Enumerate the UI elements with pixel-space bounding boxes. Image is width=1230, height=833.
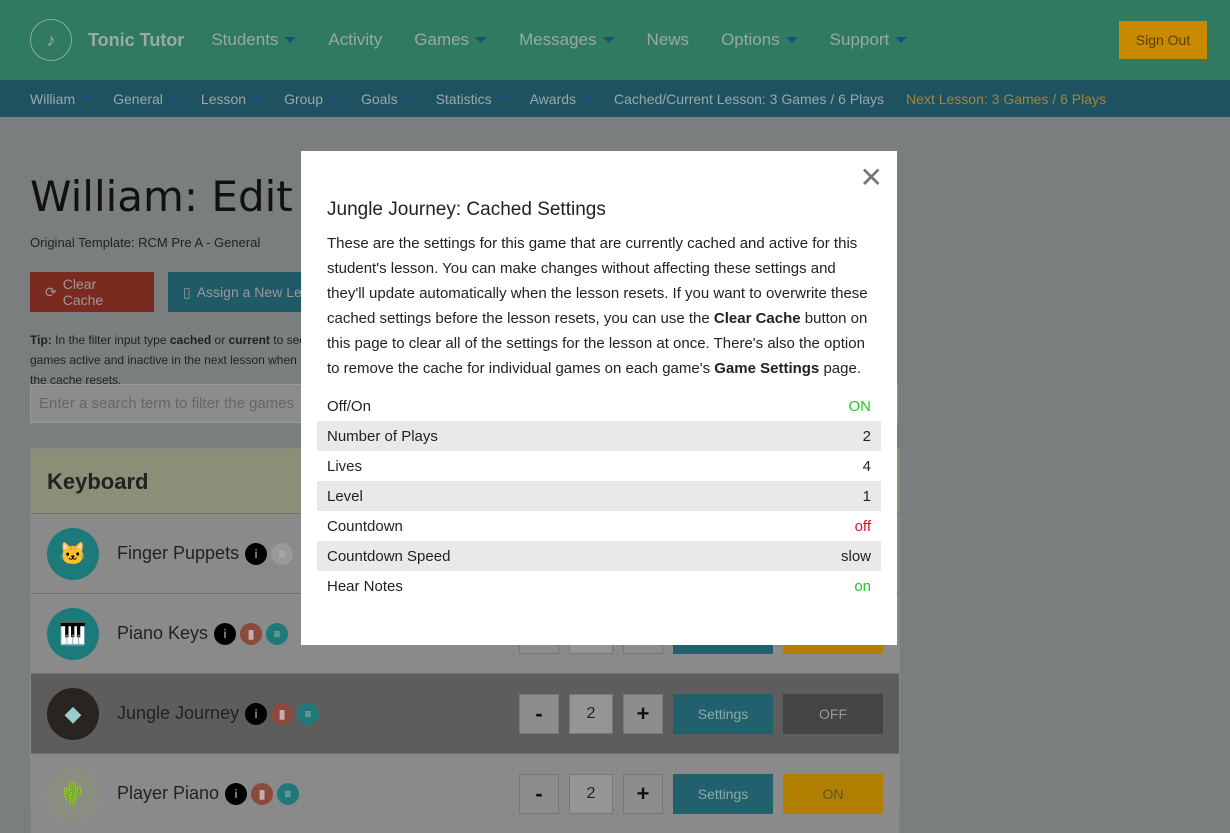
setting-name: Hear Notes <box>327 577 403 595</box>
setting-name: Lives <box>327 457 363 475</box>
setting-value: on <box>854 577 871 595</box>
close-icon[interactable]: ✕ <box>860 161 883 194</box>
setting-value: off <box>854 517 871 535</box>
setting-value: 4 <box>862 457 871 475</box>
setting-row: Level 1 <box>317 481 881 511</box>
setting-name: Countdown Speed <box>327 547 451 565</box>
settings-table: Off/On ON Number of Plays 2 Lives 4 Level 1 Coun… <box>317 391 881 601</box>
cached-settings-modal: ✕ Jungle Journey: Cached Settings These … <box>301 151 897 645</box>
setting-name: Number of Plays <box>327 427 438 445</box>
modal-description: These are the settings for this game tha… <box>327 235 868 377</box>
setting-name: Off/On <box>327 397 371 415</box>
setting-row: Countdown Speed slow <box>317 541 881 571</box>
setting-value: slow <box>840 547 871 565</box>
setting-value: 1 <box>862 487 871 505</box>
setting-row: Countdown off <box>317 511 881 541</box>
setting-row: Lives 4 <box>317 451 881 481</box>
modal-title: Jungle Journey: Cached Settings <box>327 199 606 220</box>
setting-row: Off/On ON <box>317 391 881 421</box>
setting-row: Number of Plays 2 <box>317 421 881 451</box>
setting-name: Countdown <box>327 517 403 535</box>
setting-value: 2 <box>862 427 871 445</box>
setting-value: ON <box>848 397 872 415</box>
setting-row: Hear Notes on <box>317 571 881 601</box>
setting-name: Level <box>327 487 363 505</box>
